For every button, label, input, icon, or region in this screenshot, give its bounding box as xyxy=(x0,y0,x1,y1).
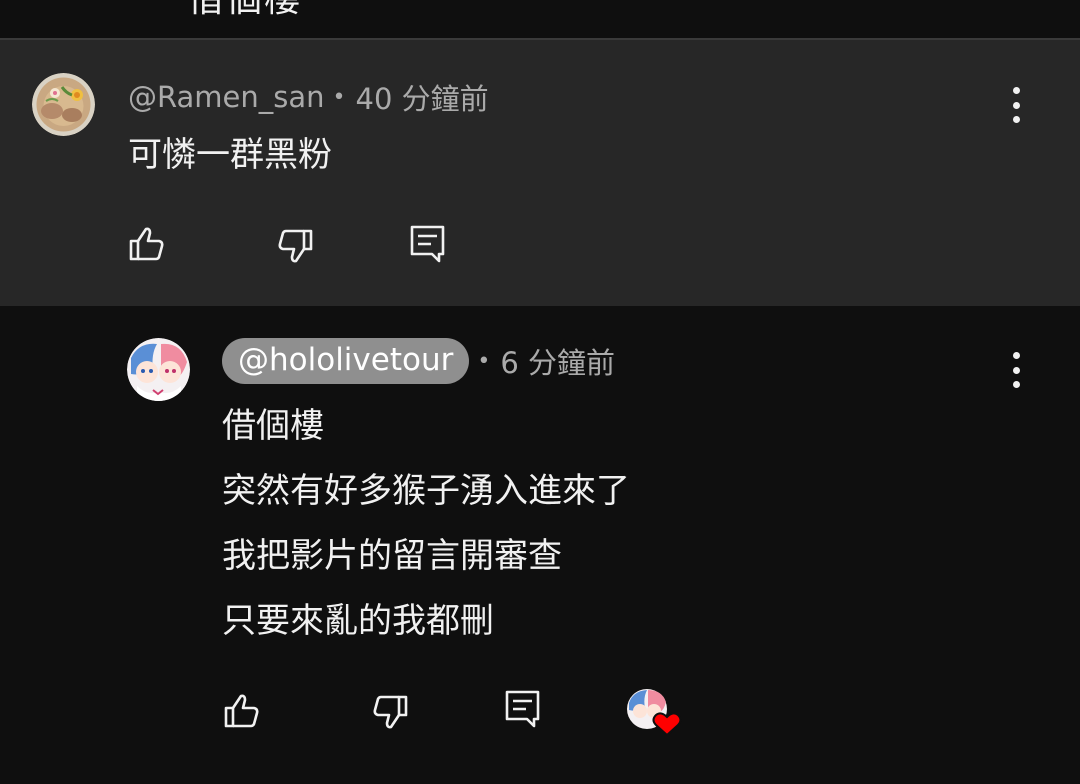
highlighted-comment: @Ramen_san • 40 分鐘前 可憐一群黑粉 xyxy=(0,40,1080,306)
comment-header: @Ramen_san • 40 分鐘前 xyxy=(128,76,489,118)
dislike-button[interactable] xyxy=(272,224,316,268)
reply-line: 我把影片的留言開審查 xyxy=(222,536,562,576)
thumbs-up-icon xyxy=(224,694,259,728)
creator-heart-badge xyxy=(626,687,684,737)
separator-dot: • xyxy=(477,348,491,374)
creator-heart-icon xyxy=(627,689,682,737)
reply-comment-icon xyxy=(410,225,445,263)
reply-line: 只要來亂的我都刪 xyxy=(222,601,494,641)
previous-comment-remnant: 借個樓 xyxy=(0,0,1080,38)
thumbs-down-icon xyxy=(278,229,313,263)
comments-page: 借個樓 @Ramen_san • 40 分鐘前 xyxy=(0,0,1080,784)
ramen-avatar-image xyxy=(32,73,95,136)
reply-comment-icon xyxy=(505,690,540,728)
comment-author[interactable]: @Ramen_san xyxy=(128,80,325,114)
thumbs-up-icon xyxy=(129,227,164,261)
reply-comment: @hololivetour • 6 分鐘前 借個樓 突然有好多猴子湧入進來了 我… xyxy=(0,306,1080,784)
reply-button[interactable] xyxy=(406,222,450,266)
comment-text: 可憐一群黑粉 xyxy=(128,135,332,175)
reply-body: 借個樓 突然有好多猴子湧入進來了 我把影片的留言開審查 只要來亂的我都刪 xyxy=(222,394,630,654)
like-button[interactable] xyxy=(221,689,265,733)
previous-comment-text: 借個樓 xyxy=(188,0,302,22)
comment-body: 可憐一群黑粉 xyxy=(128,123,332,188)
dislike-button[interactable] xyxy=(367,690,411,734)
reply-timestamp[interactable]: 6 分鐘前 xyxy=(500,340,615,382)
hololive-avatar-image xyxy=(127,338,190,401)
reply-line: 借個樓 xyxy=(222,406,324,446)
avatar[interactable] xyxy=(127,338,190,401)
comment-timestamp[interactable]: 40 分鐘前 xyxy=(356,76,489,118)
creator-handle-chip[interactable]: @hololivetour xyxy=(222,338,470,384)
reply-button[interactable] xyxy=(501,687,545,731)
separator-dot: • xyxy=(332,84,346,110)
reply-header: @hololivetour • 6 分鐘前 xyxy=(222,338,615,384)
more-vertical-icon[interactable] xyxy=(1001,85,1031,125)
avatar[interactable] xyxy=(32,73,95,136)
more-vertical-icon[interactable] xyxy=(1001,350,1031,390)
like-button[interactable] xyxy=(126,222,170,266)
thumbs-down-icon xyxy=(373,695,408,729)
reply-line: 突然有好多猴子湧入進來了 xyxy=(222,471,630,511)
